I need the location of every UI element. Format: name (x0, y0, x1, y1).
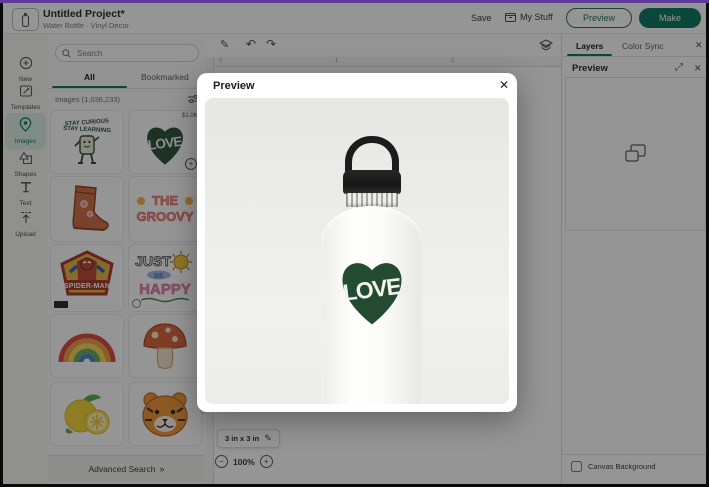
preview-modal: Preview ✕ LOVE (197, 73, 517, 412)
window-top-accent (0, 0, 709, 3)
love-heart-decal: LOVE (339, 255, 405, 329)
app-window: Untitled Project* Water Bottle · Vinyl D… (0, 0, 709, 487)
modal-close-icon[interactable]: ✕ (499, 78, 509, 92)
bottle-neck-band (346, 193, 398, 207)
modal-title: Preview (213, 80, 255, 92)
bottle-cap (343, 170, 401, 194)
product-preview-stage: LOVE (205, 98, 509, 404)
